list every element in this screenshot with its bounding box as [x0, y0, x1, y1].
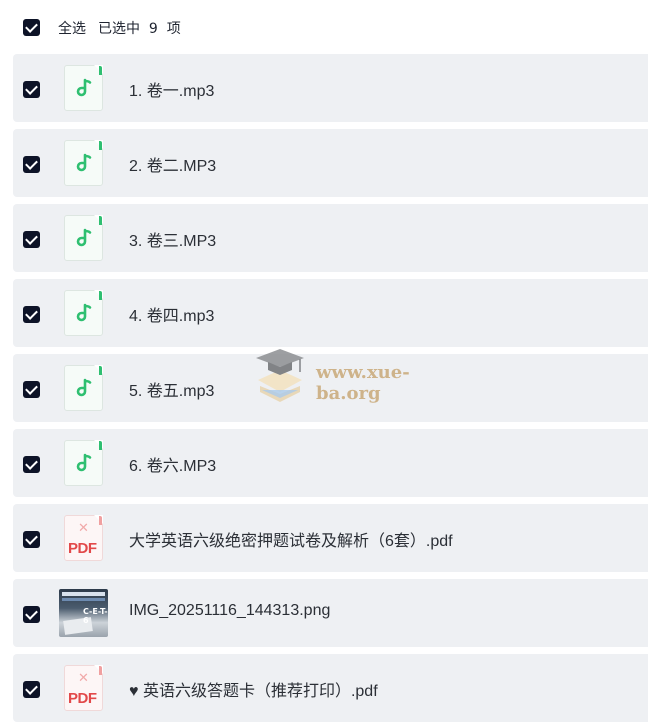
file-name[interactable]: ♥ 英语六级答题卡（推荐打印）.pdf [129, 677, 378, 701]
file-row[interactable]: ✕ PDF ♥ 英语六级答题卡（推荐打印）.pdf [13, 654, 648, 722]
image-thumbnail: C-E-T-6 [59, 589, 108, 637]
file-name[interactable]: 3. 卷三.MP3 [129, 227, 216, 251]
file-checkbox[interactable] [23, 231, 40, 248]
file-checkbox[interactable] [23, 81, 40, 98]
select-all-checkbox[interactable] [23, 19, 40, 36]
file-row[interactable]: 6. 卷六.MP3 [13, 429, 648, 497]
music-note-icon [64, 65, 103, 111]
file-row[interactable]: 2. 卷二.MP3 [13, 129, 648, 197]
file-name[interactable]: 5. 卷五.mp3 [129, 377, 214, 401]
file-row[interactable]: C-E-T-6 IMG_20251116_144313.png [13, 579, 648, 647]
file-name[interactable]: 6. 卷六.MP3 [129, 452, 216, 476]
file-name[interactable]: 4. 卷四.mp3 [129, 302, 214, 326]
music-note-icon [64, 140, 103, 186]
file-checkbox[interactable] [23, 681, 40, 698]
thumbnail-text: C-E-T-6 [83, 607, 108, 625]
pdf-label: PDF [68, 540, 97, 557]
file-row[interactable]: ✕ PDF 大学英语六级绝密押题试卷及解析（6套）.pdf [13, 504, 648, 572]
file-name[interactable]: 大学英语六级绝密押题试卷及解析（6套）.pdf [129, 527, 453, 551]
file-checkbox[interactable] [23, 381, 40, 398]
file-checkbox[interactable] [23, 306, 40, 323]
pdf-file-icon: ✕ PDF [64, 665, 103, 711]
file-checkbox[interactable] [23, 456, 40, 473]
select-all-label[interactable]: 全选 [58, 18, 86, 38]
file-name[interactable]: IMG_20251116_144313.png [129, 602, 330, 620]
file-name[interactable]: 2. 卷二.MP3 [129, 152, 216, 176]
music-note-icon [64, 290, 103, 336]
file-row[interactable]: 1. 卷一.mp3 [13, 54, 648, 122]
pdf-file-icon: ✕ PDF [64, 515, 103, 561]
pdf-label: PDF [68, 690, 97, 707]
music-note-icon [64, 365, 103, 411]
file-checkbox[interactable] [23, 606, 40, 623]
selection-header: 全选 已选中 9 项 [0, 0, 648, 54]
file-name[interactable]: 1. 卷一.mp3 [129, 77, 214, 101]
file-row[interactable]: 4. 卷四.mp3 [13, 279, 648, 347]
music-note-icon [64, 215, 103, 261]
file-checkbox[interactable] [23, 531, 40, 548]
file-row[interactable]: 5. 卷五.mp3 [13, 354, 648, 422]
file-checkbox[interactable] [23, 156, 40, 173]
selected-count: 已选中 9 项 [98, 21, 181, 37]
file-row[interactable]: 3. 卷三.MP3 [13, 204, 648, 272]
music-note-icon [64, 440, 103, 486]
